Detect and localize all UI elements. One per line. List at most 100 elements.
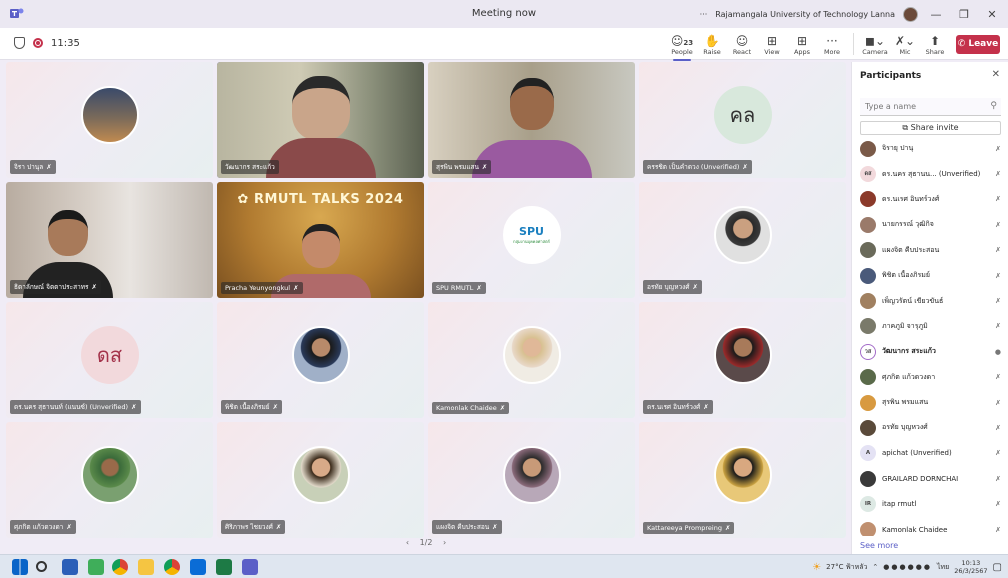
toolbar-divider [853,33,854,55]
participant-search-input[interactable]: Type a name ⚲ [860,98,1001,116]
react-button[interactable]: ☺ React [727,32,757,56]
participant-tile[interactable]: อรทัย บุญหวงศ์ ✗ [639,182,846,298]
participant-tile[interactable]: แผงจิต คีบประสอน ✗ [428,422,635,538]
prev-page-button[interactable]: ‹ [406,538,409,547]
apps-button[interactable]: ⊞ Apps [787,32,817,56]
participant-list-item[interactable]: นายกรรณ์ วุฒิกิจ ✗ [852,212,1008,237]
mic-muted-icon: ✗ [995,474,1001,483]
mic-button[interactable]: ✗⌄ Mic [890,32,920,56]
account-avatar[interactable] [903,6,918,22]
participant-list-item[interactable]: วส วัฒนากร สระแก้ว ● [852,339,1008,364]
participant-list-avatar [860,521,876,536]
participant-list-name: apichat (Unverified) [882,449,952,458]
participant-tile[interactable]: จิรา ปานุล ✗ [6,62,213,178]
person-body [265,138,376,178]
participant-tile[interactable]: ดส ดร.นคร สุธานนท์ (แนนซ์) (Unverified) ✗ [6,302,213,418]
windows-taskbar: ☀ 27°C ฟ้าหลัว ⌃ ●●●●●● ไทย 10:13 26/3/2… [0,554,1008,578]
restore-button[interactable]: ❐ [954,8,974,21]
camera-button[interactable]: ◼⌄ Camera [860,32,890,56]
participant-list-name: itap rmutl [882,500,917,509]
participant-name: ดร.นคร สุธานนท์ (แนนซ์) (Unverified) ✗ [10,400,141,414]
participant-list-item[interactable]: ศุภกิต แก้วดวงดา ✗ [852,365,1008,390]
participant-list-item[interactable]: IR itap rmutl ✗ [852,491,1008,516]
people-button[interactable]: ☺23 People [667,32,697,61]
raise-hand-button[interactable]: ✋ Raise [697,32,727,56]
mic-muted-icon: ✗ [481,163,488,171]
leave-button[interactable]: ✆ Leave [956,34,1000,54]
language-indicator[interactable]: ไทย [937,562,949,573]
chrome-icon[interactable] [112,559,128,575]
participant-name: Kattareeya Prompreing ✗ [643,522,735,534]
more-options-icon[interactable]: ··· [700,10,708,19]
more-label: More [823,48,841,56]
participant-list-item[interactable]: เพ็ญวรัตน์ เขียวขันธ์ ✗ [852,288,1008,313]
clock-date: 26/3/2567 [954,567,988,575]
participant-list-name: ภาคภูมิ จารุภูมิ [882,321,928,330]
participant-initials: คล [713,86,772,145]
raise-label: Raise [703,48,721,56]
camera-off-icon: ◼⌄ [864,34,885,48]
share-button[interactable]: ⬆ Share [920,32,950,56]
excel-icon[interactable] [216,559,232,575]
participant-video-tile[interactable]: ธิดาลักษณ์ จิตตาประสาทร ✗ [6,182,213,298]
participant-list-avatar [860,293,876,310]
participant-list-item[interactable]: สุรพิน พรมแสน ✗ [852,390,1008,415]
view-button[interactable]: ⊞ View [757,32,787,56]
shield-icon [14,37,25,49]
chrome-icon-2[interactable] [164,559,180,575]
clock[interactable]: 10:13 26/3/2567 [954,559,987,575]
close-window-button[interactable]: ✕ [982,8,1002,21]
mic-muted-icon: ✗ [66,523,72,531]
share-invite-button[interactable]: ⧉ Share invite [860,121,1001,135]
participant-tile[interactable]: ศุภกิต แก้วดวงดา ✗ [6,422,213,538]
participant-video-tile[interactable]: ✿ RMUTL TALKS 2024 Pracha Yeunyongkul ✗ [217,182,424,298]
mic-muted-icon: ✗ [995,500,1001,509]
taskview-icon[interactable] [62,559,78,575]
participant-tile[interactable]: Kattareeya Prompreing ✗ [639,422,846,538]
participant-tile[interactable]: Kamonlak Chaidee ✗ [428,302,635,418]
participant-list-item[interactable]: ดร.นเรศ อินทร์วงศ์ ✗ [852,187,1008,212]
participant-video-tile[interactable]: วัฒนากร สระแก้ว [217,62,424,178]
close-panel-button[interactable]: ✕ [992,69,1000,80]
person-shape [509,78,554,130]
notification-icon[interactable]: ▢ [993,562,1002,573]
outlook-icon[interactable] [190,559,206,575]
participant-list-item[interactable]: ภาคภูมิ จารุภูมิ ✗ [852,314,1008,339]
org-name[interactable]: Rajamangala University of Technology Lan… [715,10,895,19]
tray-chevron-icon[interactable]: ⌃ [872,563,878,571]
participant-list-item[interactable]: แผงจิต คีบประสอน ✗ [852,238,1008,263]
participant-video-tile[interactable]: สุรพิน พรมแสน ✗ [428,62,635,178]
next-page-button[interactable]: › [443,538,446,547]
participant-tile[interactable]: ศิริภาพร ไชยวงศ์ ✗ [217,422,424,538]
mic-muted-icon: ✗ [272,403,279,411]
tray-icons[interactable]: ●●●●●● [883,563,932,571]
participant-tile[interactable]: คล ครรชิต เป็นคำดวง (Unverified) ✗ [639,62,846,178]
see-more-link[interactable]: See more [860,541,898,550]
participant-list-item[interactable]: อรทัย บุญหวงศ์ ✗ [852,415,1008,440]
participant-tile[interactable]: ดร.นเรศ อินทร์วงศ์ ✗ [639,302,846,418]
weather-text[interactable]: 27°C ฟ้าหลัว [826,562,867,573]
participant-list-avatar [860,318,876,335]
participant-list-item[interactable]: GRAILARD DORNCHAI ✗ [852,466,1008,491]
more-button[interactable]: ··· More [817,32,847,56]
file-explorer-icon[interactable] [138,559,154,575]
participant-tile[interactable]: พิชิต เนื้องภิรมย์ ✗ [217,302,424,418]
participant-list-item[interactable]: พิชิต เนื้องภิรมย์ ✗ [852,263,1008,288]
participant-list-item[interactable]: Aapichat (Unverified) ✗ [852,441,1008,466]
share-invite-label: Share invite [910,123,959,132]
search-icon[interactable] [36,561,47,572]
start-icon[interactable] [12,559,28,575]
participant-tile[interactable]: SPU กลุ่มงานบุคคลศาสตร์ SPU RMUTL ✗ [428,182,635,298]
person-shape [48,210,89,256]
participant-list-item[interactable]: Kamonlak Chaidee ✗ [852,517,1008,536]
participant-list-name: ดร.นคร สุธานน... (Unverified) [882,169,981,178]
participant-list-name: อรทัย บุญหวงศ์ [882,423,928,432]
participant-list-item[interactable]: ดส ดร.นคร สุธานน... (Unverified) ✗ [852,161,1008,186]
mic-muted-icon: ✗ [725,524,731,532]
mic-muted-icon: ✗ [692,283,698,291]
participant-list-item[interactable]: จิรายุ ปานุ ✗ [852,136,1008,161]
mic-label: Mic [899,48,911,56]
chat-app-icon[interactable] [88,559,104,575]
teams-icon[interactable] [242,559,258,575]
minimize-button[interactable]: — [926,8,946,21]
